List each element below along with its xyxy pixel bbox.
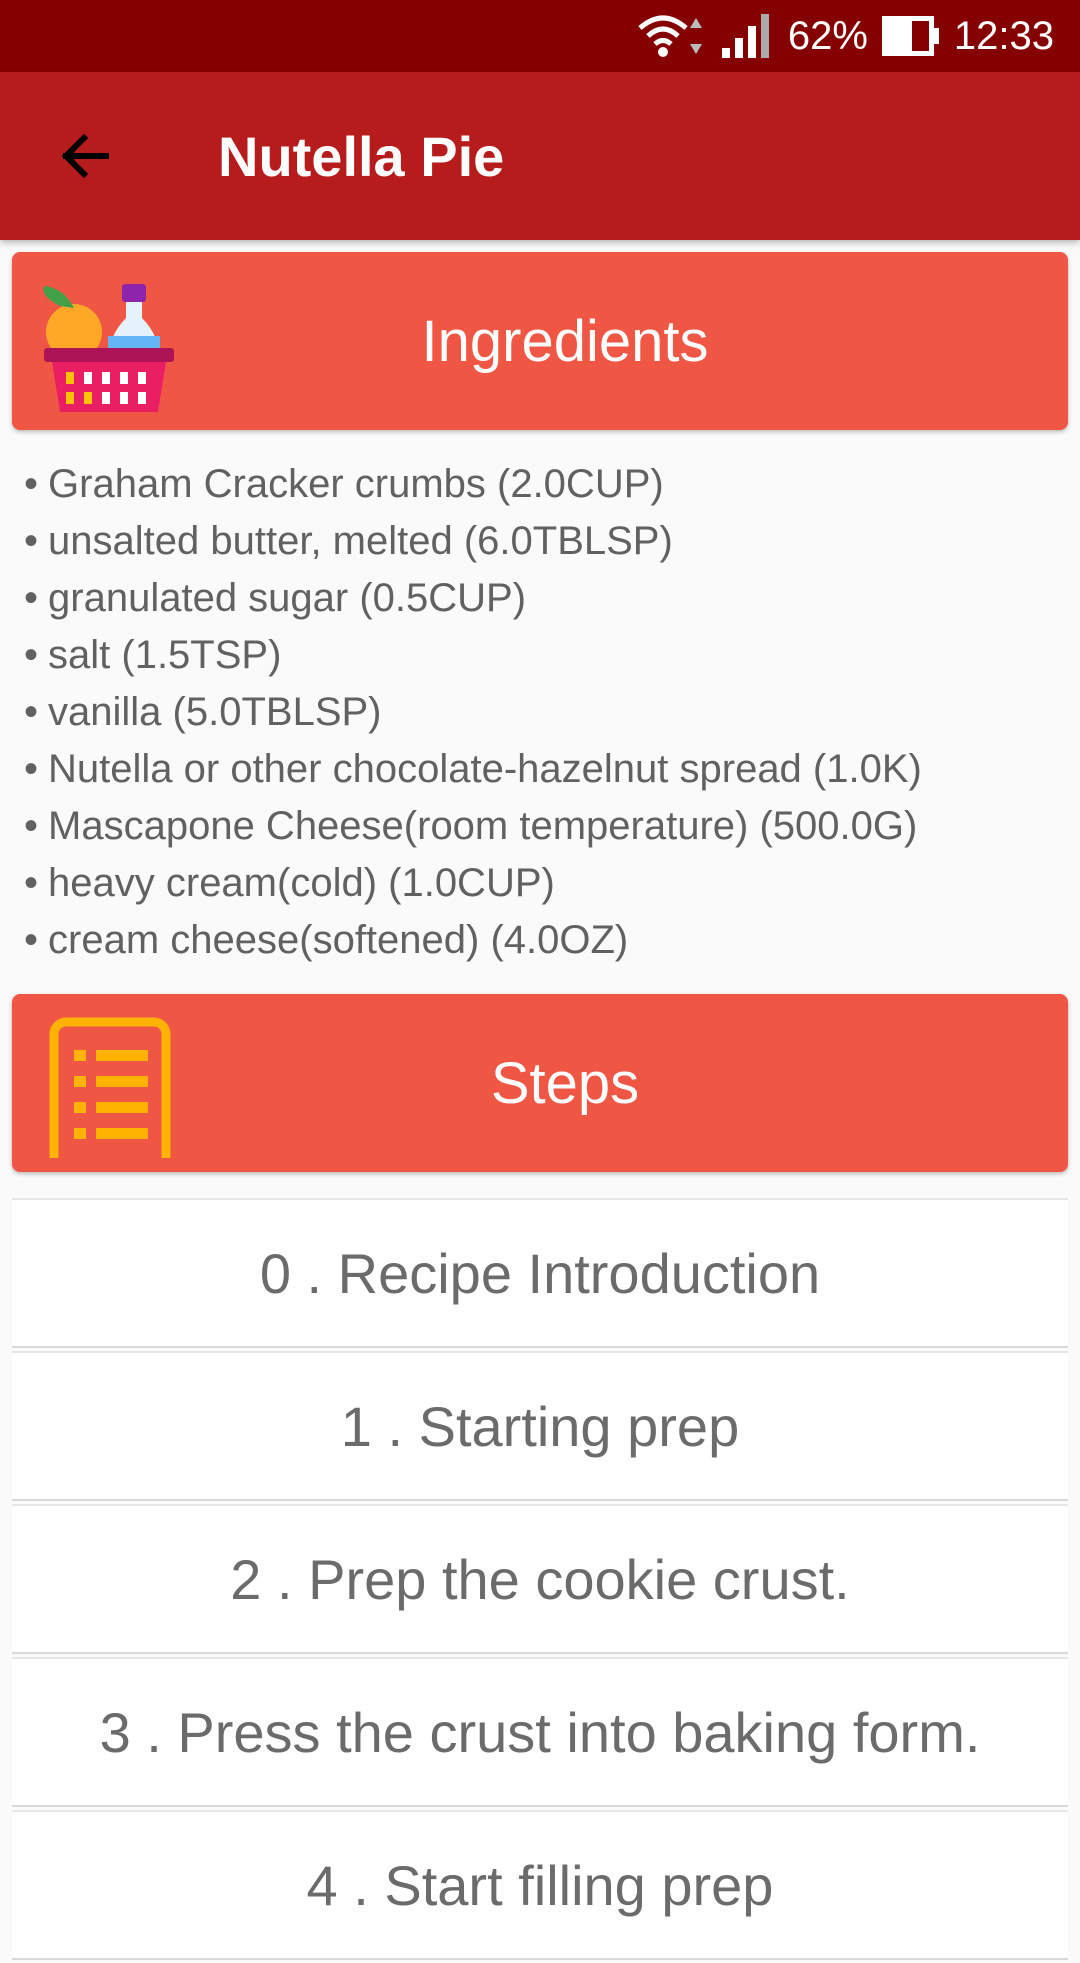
app-bar: Nutella Pie — [0, 72, 1080, 240]
ingredients-list: Graham Cracker crumbs (2.0CUP) unsalted … — [24, 456, 1064, 969]
back-button[interactable] — [36, 108, 132, 204]
status-bar: 62% 12:33 — [0, 0, 1080, 72]
battery-percentage: 62% — [787, 13, 868, 58]
battery-icon — [881, 16, 940, 56]
wifi-icon — [636, 12, 706, 60]
list-document-icon — [49, 1017, 171, 1158]
list-item: granulated sugar (0.5CUP) — [24, 570, 1064, 627]
steps-header[interactable]: Steps — [12, 994, 1068, 1172]
clock: 12:33 — [953, 13, 1054, 58]
page-title: Nutella Pie — [218, 124, 505, 188]
step-item[interactable]: 4 . Start filling prep — [12, 1810, 1068, 1960]
step-item[interactable]: 2 . Prep the cookie crust. — [12, 1504, 1068, 1654]
ingredients-header[interactable]: Ingredients — [12, 252, 1068, 430]
list-item: salt (1.5TSP) — [24, 627, 1064, 684]
step-item[interactable]: 0 . Recipe Introduction — [12, 1198, 1068, 1348]
list-item: Nutella or other chocolate-hazelnut spre… — [24, 741, 1064, 798]
list-item: Mascapone Cheese(room temperature) (500.… — [24, 798, 1064, 855]
list-item: unsalted butter, melted (6.0TBLSP) — [24, 513, 1064, 570]
step-item[interactable]: 1 . Starting prep — [12, 1351, 1068, 1501]
list-item: cream cheese(softened) (4.0OZ) — [24, 912, 1064, 969]
list-item: Graham Cracker crumbs (2.0CUP) — [24, 456, 1064, 513]
step-item[interactable]: 3 . Press the crust into baking form. — [12, 1657, 1068, 1807]
grocery-basket-icon — [43, 284, 174, 412]
list-item: vanilla (5.0TBLSP) — [24, 684, 1064, 741]
list-item: heavy cream(cold) (1.0CUP) — [24, 855, 1064, 912]
steps-list: 0 . Recipe Introduction 1 . Starting pre… — [12, 1198, 1068, 1963]
arrow-left-icon — [61, 133, 109, 179]
signal-icon — [720, 12, 774, 60]
